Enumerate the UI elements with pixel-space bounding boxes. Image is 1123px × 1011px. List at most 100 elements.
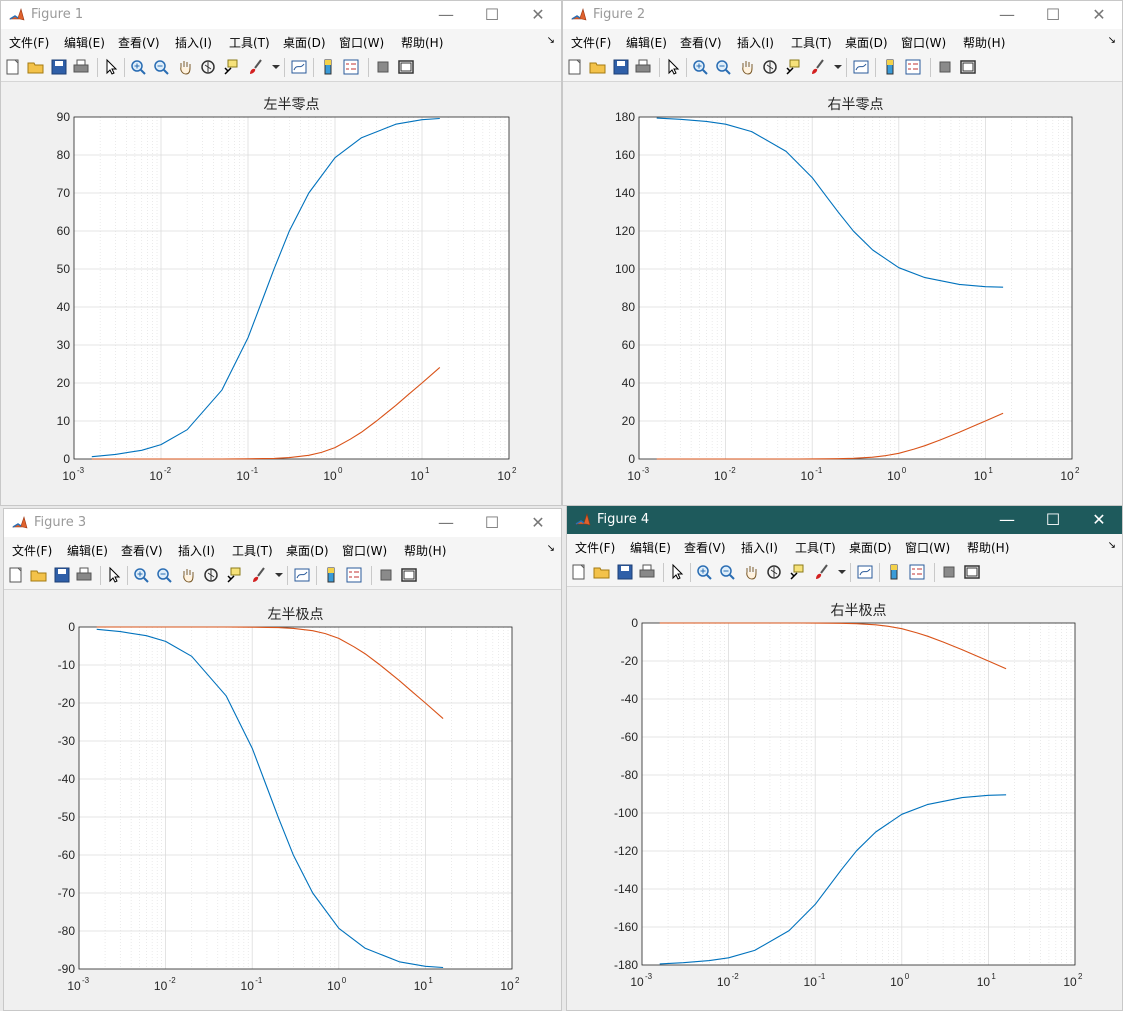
pan-hand-icon[interactable] bbox=[742, 563, 760, 581]
rotate-3d-icon[interactable] bbox=[765, 563, 783, 581]
legend-icon[interactable] bbox=[342, 58, 360, 76]
brush-dropdown-icon[interactable] bbox=[833, 563, 851, 581]
close-button[interactable]: ✕ bbox=[515, 509, 561, 537]
hide-plot-tools-icon[interactable] bbox=[377, 566, 395, 584]
brush-icon[interactable] bbox=[809, 58, 827, 76]
zoom-out-icon[interactable] bbox=[718, 563, 736, 581]
maximize-button[interactable]: ☐ bbox=[1030, 1, 1076, 29]
menu-item[interactable]: 工具(T) bbox=[795, 539, 836, 556]
menu-item[interactable]: 桌面(D) bbox=[845, 34, 888, 51]
legend-icon[interactable] bbox=[904, 58, 922, 76]
chart[interactable]: 010203040506070809010 -3 10 -2 10 -1 10 0 10 1 10 2… bbox=[1, 82, 562, 506]
hide-plot-tools-icon[interactable] bbox=[936, 58, 954, 76]
menu-item[interactable]: 插入(I) bbox=[178, 542, 215, 559]
menu-item[interactable]: 桌面(D) bbox=[286, 542, 329, 559]
figure-window-1[interactable]: Figure 1 — ☐ ✕ 文件(F) 编辑(E) 查看(V) 插入(I) 工具(T) 桌面(D… bbox=[0, 0, 562, 506]
chart[interactable]: -90-80-70-60-50-40-30-20-10010 -3 10 -2 10 -1… bbox=[4, 590, 562, 1011]
print-icon[interactable] bbox=[638, 563, 656, 581]
menu-item[interactable]: 编辑(E) bbox=[64, 34, 105, 51]
open-file-icon[interactable] bbox=[30, 566, 48, 584]
menu-item[interactable]: 桌面(D) bbox=[849, 539, 892, 556]
menu-item[interactable]: 编辑(E) bbox=[630, 539, 671, 556]
zoom-in-icon[interactable] bbox=[132, 566, 150, 584]
chart[interactable]: -180-160-140-120-100-80-60-40-20010 -3 10-… bbox=[567, 587, 1123, 1011]
menu-item[interactable]: 帮助(H) bbox=[963, 34, 1005, 51]
zoom-in-icon[interactable] bbox=[691, 58, 709, 76]
menu-item[interactable]: 工具(T) bbox=[229, 34, 270, 51]
minimize-button[interactable]: — bbox=[984, 1, 1030, 29]
maximize-button[interactable]: ☐ bbox=[469, 509, 515, 537]
menu-item[interactable]: 文件(F) bbox=[575, 539, 615, 556]
zoom-out-icon[interactable] bbox=[155, 566, 173, 584]
zoom-out-icon[interactable] bbox=[152, 58, 170, 76]
select-arrow-icon[interactable] bbox=[664, 58, 682, 76]
menu-item[interactable]: 插入(I) bbox=[175, 34, 212, 51]
close-button[interactable]: ✕ bbox=[1076, 1, 1122, 29]
new-figure-icon[interactable] bbox=[4, 58, 22, 76]
data-cursor-icon[interactable] bbox=[225, 566, 243, 584]
figure-window-2[interactable]: Figure 2 — ☐ ✕ 文件(F) 编辑(E) 查看(V) 插入(I) 工具(T) 桌面(D… bbox=[562, 0, 1123, 506]
plot-area[interactable]: -180 -160 -140 -120 -100 -80 -60 -40 -20 0 10 -3 10-… bbox=[567, 587, 1122, 1010]
new-figure-icon[interactable] bbox=[7, 566, 25, 584]
brush-dropdown-icon[interactable] bbox=[270, 566, 288, 584]
menu-item[interactable]: 查看(V) bbox=[121, 542, 163, 559]
select-arrow-icon[interactable] bbox=[102, 58, 120, 76]
menu-item[interactable]: 工具(T) bbox=[232, 542, 273, 559]
minimize-button[interactable]: — bbox=[423, 509, 469, 537]
figure-window-3[interactable]: Figure 3 — ☐ ✕ 文件(F) 编辑(E) 查看(V) 插入(I) 工具(T) 桌面(D… bbox=[3, 508, 562, 1011]
rotate-3d-icon[interactable] bbox=[202, 566, 220, 584]
title-bar[interactable]: Figure 2 — ☐ ✕ bbox=[563, 1, 1122, 29]
menu-item[interactable]: 查看(V) bbox=[118, 34, 160, 51]
pan-hand-icon[interactable] bbox=[176, 58, 194, 76]
colorbar-icon[interactable] bbox=[319, 58, 337, 76]
title-bar[interactable]: Figure 3 — ☐ ✕ bbox=[4, 509, 561, 537]
colorbar-icon[interactable] bbox=[322, 566, 340, 584]
menu-item[interactable]: 工具(T) bbox=[791, 34, 832, 51]
close-button[interactable]: ✕ bbox=[1076, 506, 1122, 534]
menu-item[interactable]: 编辑(E) bbox=[626, 34, 667, 51]
title-bar[interactable]: Figure 1 — ☐ ✕ bbox=[1, 1, 561, 29]
title-bar[interactable]: Figure 4 — ☐ ✕ bbox=[567, 506, 1122, 534]
menu-overflow-icon[interactable]: ↘ bbox=[547, 35, 555, 46]
menu-item[interactable]: 插入(I) bbox=[741, 539, 778, 556]
close-button[interactable]: ✕ bbox=[515, 1, 561, 29]
menu-item[interactable]: 文件(F) bbox=[9, 34, 49, 51]
brush-icon[interactable] bbox=[247, 58, 265, 76]
data-cursor-icon[interactable] bbox=[784, 58, 802, 76]
show-plot-tools-icon[interactable] bbox=[963, 563, 981, 581]
minimize-button[interactable]: — bbox=[984, 506, 1030, 534]
save-icon[interactable] bbox=[50, 58, 68, 76]
save-icon[interactable] bbox=[612, 58, 630, 76]
menu-item[interactable]: 帮助(H) bbox=[404, 542, 446, 559]
plot-area[interactable]: 0 20 40 60 80 100 120 140 160 180 10 -3 10 -2 10 -1 10 0 1… bbox=[563, 82, 1122, 505]
show-plot-tools-icon[interactable] bbox=[400, 566, 418, 584]
maximize-button[interactable]: ☐ bbox=[1030, 506, 1076, 534]
menu-item[interactable]: 编辑(E) bbox=[67, 542, 108, 559]
maximize-button[interactable]: ☐ bbox=[469, 1, 515, 29]
new-figure-icon[interactable] bbox=[570, 563, 588, 581]
hide-plot-tools-icon[interactable] bbox=[374, 58, 392, 76]
print-icon[interactable] bbox=[72, 58, 90, 76]
zoom-in-icon[interactable] bbox=[129, 58, 147, 76]
brush-dropdown-icon[interactable] bbox=[829, 58, 847, 76]
menu-item[interactable]: 插入(I) bbox=[737, 34, 774, 51]
menu-item[interactable]: 窗口(W) bbox=[905, 539, 950, 556]
print-icon[interactable] bbox=[634, 58, 652, 76]
minimize-button[interactable]: — bbox=[423, 1, 469, 29]
open-file-icon[interactable] bbox=[27, 58, 45, 76]
pan-hand-icon[interactable] bbox=[738, 58, 756, 76]
pan-hand-icon[interactable] bbox=[179, 566, 197, 584]
menu-item[interactable]: 帮助(H) bbox=[967, 539, 1009, 556]
show-plot-tools-icon[interactable] bbox=[959, 58, 977, 76]
menu-item[interactable]: 文件(F) bbox=[12, 542, 52, 559]
brush-dropdown-icon[interactable] bbox=[267, 58, 285, 76]
menu-item[interactable]: 窗口(W) bbox=[339, 34, 384, 51]
open-file-icon[interactable] bbox=[589, 58, 607, 76]
hide-plot-tools-icon[interactable] bbox=[940, 563, 958, 581]
menu-overflow-icon[interactable]: ↘ bbox=[547, 543, 555, 554]
select-arrow-icon[interactable] bbox=[105, 566, 123, 584]
zoom-in-icon[interactable] bbox=[695, 563, 713, 581]
link-plot-icon[interactable] bbox=[856, 563, 874, 581]
zoom-out-icon[interactable] bbox=[714, 58, 732, 76]
legend-icon[interactable] bbox=[908, 563, 926, 581]
